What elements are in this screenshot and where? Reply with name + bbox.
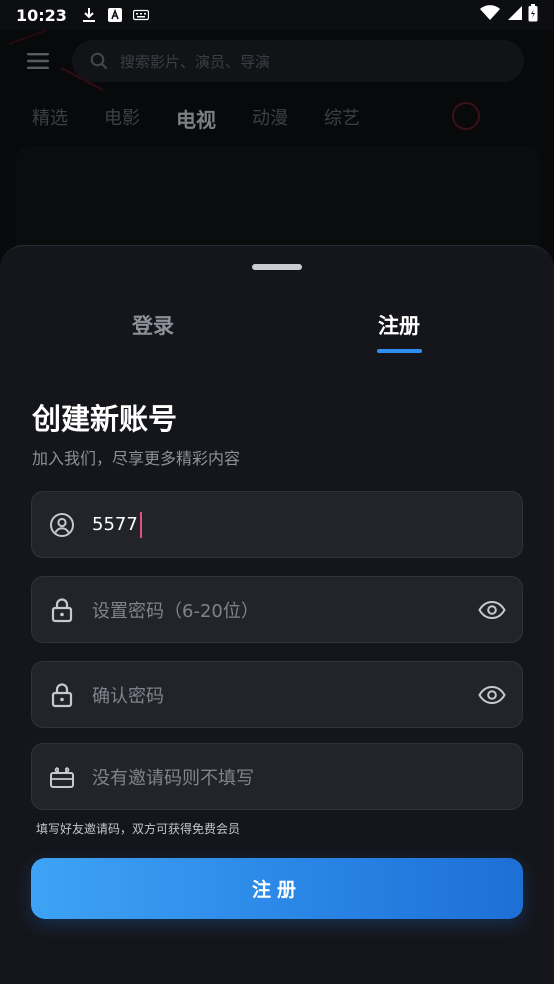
password-placeholder: 设置密码（6-20位） <box>92 600 259 622</box>
user-icon <box>48 511 76 539</box>
show-password-icon[interactable] <box>478 681 506 709</box>
lock-icon <box>48 596 76 624</box>
username-field[interactable]: 5577 <box>31 491 523 558</box>
wifi-icon <box>480 5 500 25</box>
tab-active-indicator <box>377 349 422 353</box>
username-value: 5577 <box>92 514 138 535</box>
confirm-password-field[interactable]: 确认密码 <box>31 661 523 728</box>
password-field[interactable]: 设置密码（6-20位） <box>31 576 523 643</box>
battery-icon <box>528 4 538 26</box>
tab-register[interactable]: 注册 <box>378 310 420 340</box>
auth-bottom-sheet: 登录 注册 创建新账号 加入我们，尽享更多精彩内容 5577 设置密码（6-20… <box>0 245 554 984</box>
invite-hint: 填写好友邀请码，双方可获得免费会员 <box>36 822 241 836</box>
text-cursor <box>139 511 142 538</box>
lock-icon <box>48 681 76 709</box>
app-a-icon <box>107 7 123 23</box>
status-right-icons <box>480 4 538 26</box>
sheet-drag-handle[interactable] <box>252 264 302 270</box>
register-button[interactable]: 注册 <box>31 858 523 919</box>
confirm-password-placeholder: 确认密码 <box>92 685 164 707</box>
show-password-icon[interactable] <box>478 596 506 624</box>
keyboard-icon <box>132 7 149 23</box>
gift-card-icon <box>48 763 76 791</box>
invite-code-placeholder: 没有邀请码则不填写 <box>92 767 254 789</box>
form-title: 创建新账号 <box>32 402 178 436</box>
download-icon <box>81 7 97 23</box>
status-bar: 10:23 <box>0 0 554 30</box>
signal-icon <box>506 5 522 25</box>
form-subtitle: 加入我们，尽享更多精彩内容 <box>32 449 241 468</box>
invite-code-field[interactable]: 没有邀请码则不填写 <box>31 743 523 810</box>
status-time: 10:23 <box>16 5 67 25</box>
tab-login[interactable]: 登录 <box>132 310 174 340</box>
